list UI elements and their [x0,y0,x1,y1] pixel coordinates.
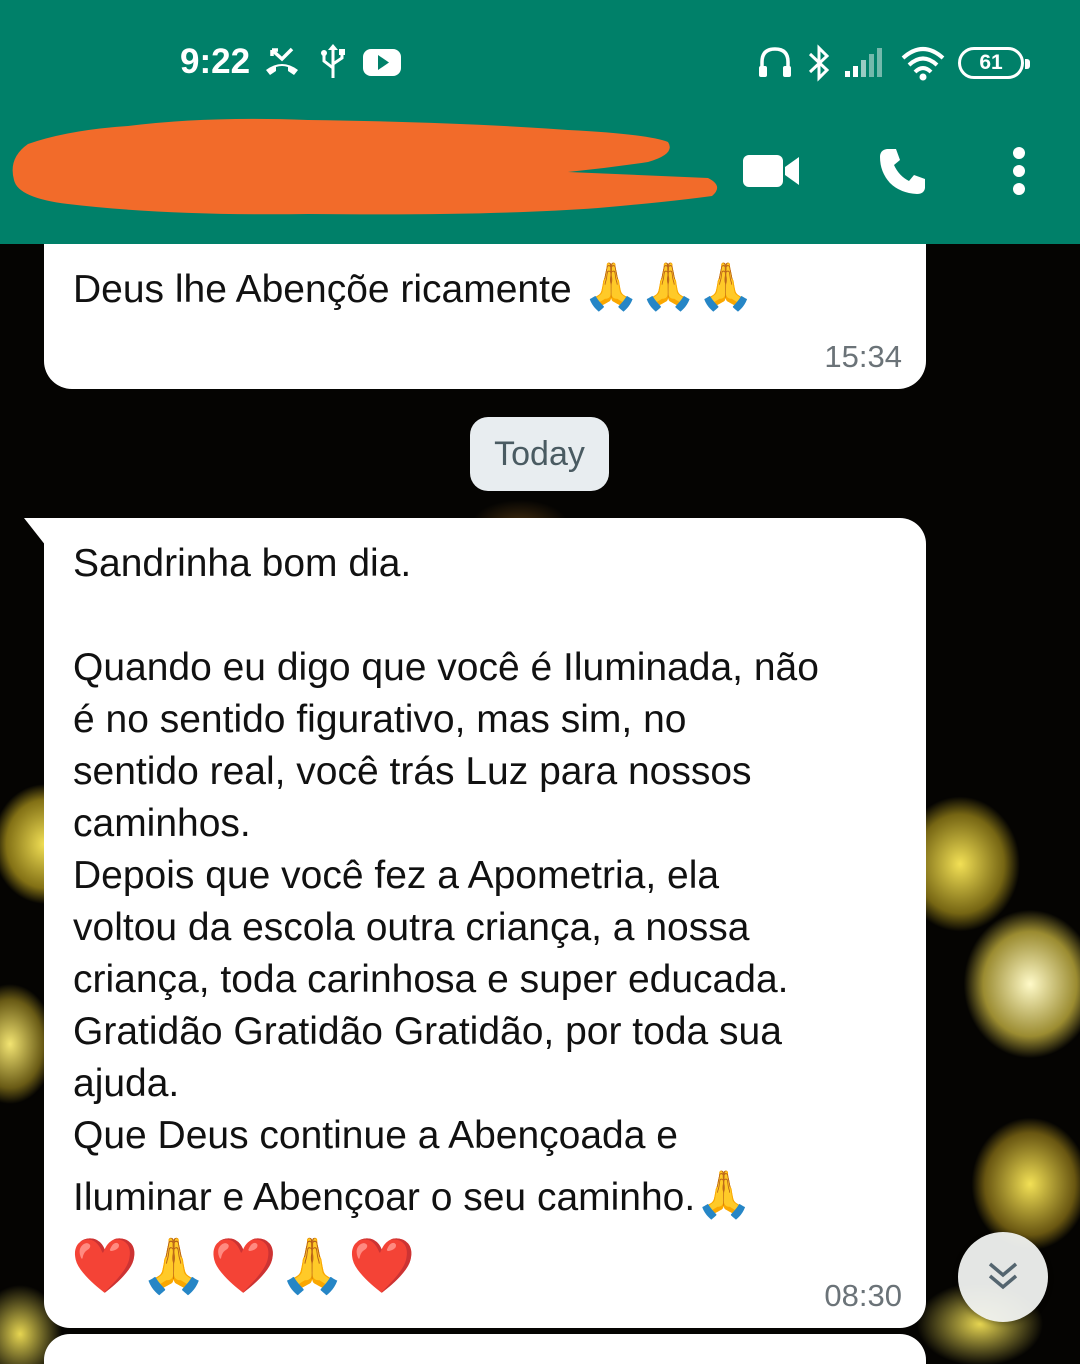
scroll-to-bottom-button[interactable] [958,1232,1048,1322]
message-line: Depois que você fez a Apometria, ela [73,854,720,897]
voice-call-button[interactable] [872,140,934,202]
message-line-with-emoji: Iluminar e Abençoar o seu caminho.🙏 [73,1168,753,1220]
message-line: Gratidão Gratidão Gratidão, por toda sua [73,1010,782,1053]
more-options-button[interactable] [988,140,1050,202]
battery-level: 61 [979,51,1003,74]
message-bubble[interactable]: Deus lhe Abençõe ricamente 🙏🙏🙏 15:34 [44,244,926,389]
date-chip: Today [470,417,609,491]
message-bubble-partial[interactable] [44,1334,926,1364]
message-line: Quando eu digo que você é Iluminada, não [73,646,819,689]
message-line: caminhos. [73,802,251,845]
app-header: 9:22 61 [0,0,1080,244]
message-line: criança, toda carinhosa e super educada. [73,958,789,1001]
message-time: 15:34 [824,339,902,374]
message-line [73,590,913,642]
youtube-icon [363,49,401,76]
chat-area[interactable]: Deus lhe Abençõe ricamente 🙏🙏🙏 15:34 Tod… [0,244,1080,1364]
video-call-button[interactable] [740,140,802,202]
message-line: ajuda. [73,1062,180,1105]
message-text: Sandrinha bom dia. Quando eu digo que vo… [73,538,913,1222]
wifi-icon [901,47,945,81]
headphones-icon [759,47,791,77]
usb-icon [321,44,345,78]
emoji-text: 🙏 [695,1168,753,1220]
emoji-row: ❤️🙏❤️🙏❤️ [71,1236,418,1296]
message-line: é no sentido figurativo, mas sim, no [73,698,687,741]
status-time: 9:22 [180,42,251,81]
signal-icon [845,48,882,77]
message-line: Sandrinha bom dia. [73,542,412,585]
battery-icon: 61 [958,47,1030,79]
bluetooth-icon [808,44,830,82]
emoji-text: 🙏🙏🙏 [582,260,755,312]
message-text: Deus lhe Abençõe ricamente 🙏🙏🙏 [73,260,755,312]
status-bar: 9:22 61 [0,0,1080,120]
message-time: 08:30 [824,1278,902,1313]
message-line: voltou da escola outra criança, a nossa [73,906,750,949]
video-call-icon [743,155,799,187]
message-line: sentido real, você trás Luz para nossos [73,750,752,793]
message-bubble[interactable]: Sandrinha bom dia. Quando eu digo que vo… [24,518,926,1328]
contact-name-redacted[interactable] [8,112,728,222]
missed-call-icon [266,47,298,75]
more-options-icon [1013,147,1025,195]
message-line: Que Deus continue a Abençoada e [73,1114,678,1157]
double-chevron-down-icon [988,1262,1018,1290]
voice-call-icon [880,149,925,194]
